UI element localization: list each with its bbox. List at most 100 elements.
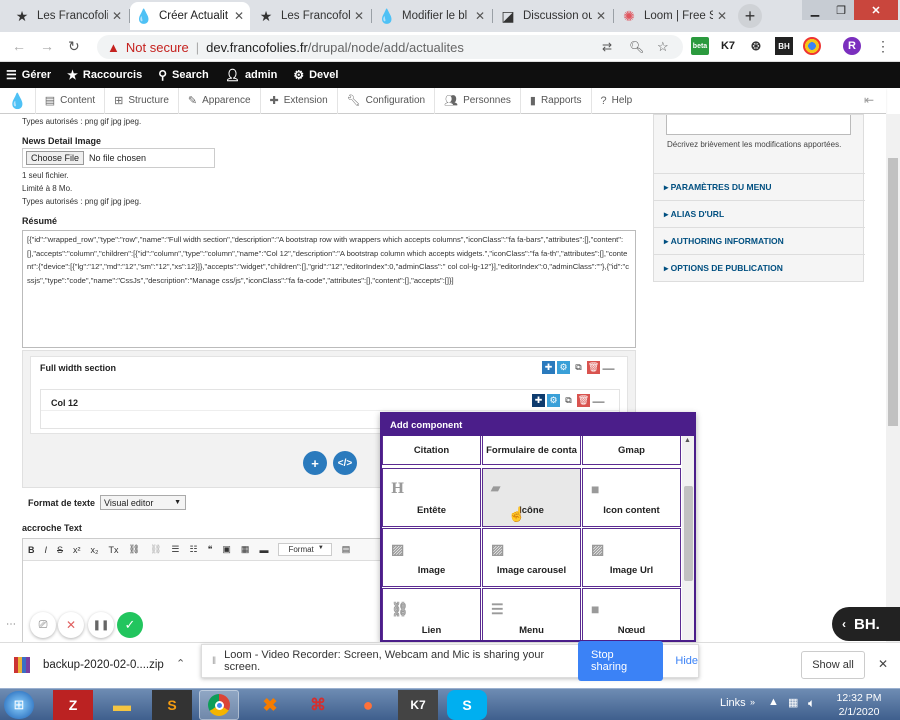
links-toolbar[interactable]: Links bbox=[720, 697, 746, 709]
table-icon[interactable]: ▦ bbox=[241, 544, 250, 555]
k7-extension-icon[interactable]: K7 bbox=[719, 37, 737, 55]
tab-loom[interactable]: ✺ Loom | Free S ✕ bbox=[615, 2, 733, 30]
format-dropdown[interactable]: Format ▼ bbox=[278, 543, 332, 556]
close-icon[interactable]: ✕ bbox=[475, 9, 485, 23]
new-tab-button[interactable]: + bbox=[738, 4, 762, 28]
volume-icon[interactable]: 🔈︎ bbox=[808, 696, 815, 711]
component-node[interactable]: ■ Nœud bbox=[582, 588, 681, 640]
color-extension-icon[interactable] bbox=[803, 37, 821, 55]
scroll-up-icon[interactable]: ▲ bbox=[684, 437, 691, 444]
translate-icon[interactable]: ⇄ bbox=[602, 40, 612, 54]
component-image-carousel[interactable]: ▨ Image carousel bbox=[482, 528, 581, 587]
component-gmap[interactable]: Gmap bbox=[582, 436, 681, 465]
acrobat-icon[interactable]: ⌘ bbox=[298, 690, 338, 720]
add-icon[interactable]: ✚ bbox=[542, 361, 555, 374]
tray-content[interactable]: ▤ Content bbox=[36, 87, 106, 114]
stop-sharing-button[interactable]: Stop sharing bbox=[578, 641, 664, 681]
close-icon[interactable]: ✕ bbox=[717, 9, 727, 23]
drag-handle-icon[interactable]: ‖ bbox=[212, 656, 216, 667]
sublime-text-icon[interactable]: S bbox=[152, 690, 192, 720]
close-window-button[interactable]: ✕ bbox=[854, 0, 898, 20]
remove-format-icon[interactable]: Tx bbox=[109, 545, 119, 555]
publishing-options-toggle[interactable]: ▸ OPTIONS DE PUBLICATION bbox=[654, 254, 865, 281]
unlink-icon[interactable]: ⛓ bbox=[150, 544, 161, 555]
tray-collapse-icon[interactable]: ⇤ bbox=[864, 93, 874, 107]
numbered-list-icon[interactable]: ☷ bbox=[189, 544, 197, 555]
tab-les-francofolies-2[interactable]: ★ Les Francofolie ✕ bbox=[252, 2, 370, 30]
toolbar-search[interactable]: ⚲ Search bbox=[158, 68, 209, 82]
trash-icon[interactable]: 🗑︎ bbox=[577, 394, 590, 407]
trash-icon[interactable]: 🗑︎ bbox=[587, 361, 600, 374]
xampp-icon[interactable]: ✖ bbox=[250, 690, 290, 720]
component-icon-content[interactable]: ■ Icon content bbox=[582, 468, 681, 527]
component-image[interactable]: ▨ Image bbox=[382, 528, 481, 587]
camera-icon[interactable]: ⎚ bbox=[30, 612, 56, 638]
loom-more-icon[interactable]: ⋯ bbox=[6, 619, 16, 630]
component-heading[interactable]: H Entête bbox=[382, 468, 481, 527]
chevron-up-icon[interactable]: ⌃ bbox=[176, 657, 185, 670]
close-icon[interactable]: ✕ bbox=[112, 9, 122, 23]
toolbar-devel[interactable]: ⚙ Devel bbox=[293, 68, 338, 82]
copy-icon[interactable]: ⧉ bbox=[562, 394, 575, 407]
close-icon[interactable]: ✕ bbox=[596, 9, 606, 23]
superscript-icon[interactable]: x² bbox=[73, 545, 81, 555]
forward-icon[interactable]: → bbox=[40, 38, 54, 54]
close-icon[interactable]: ✕ bbox=[234, 9, 244, 23]
hub-extension-icon[interactable]: ⊛ bbox=[747, 37, 765, 55]
tab-creer-actualite[interactable]: 💧 Créer Actualit ✕ bbox=[130, 2, 250, 30]
address-bar[interactable]: ▲ Not secure | dev.francofolies.fr/drupa… bbox=[97, 35, 683, 59]
revision-log-textarea[interactable] bbox=[666, 115, 851, 135]
image-icon[interactable]: ▣ bbox=[222, 544, 231, 555]
cancel-recording-icon[interactable]: ✕ bbox=[58, 612, 84, 638]
source-icon[interactable]: ▤ bbox=[342, 544, 351, 555]
tab-discussion[interactable]: ◪ Discussion ou ✕ bbox=[494, 2, 612, 30]
resume-textarea[interactable]: [{"id":"wrapped_row","type":"row","name"… bbox=[22, 230, 636, 348]
component-image-url[interactable]: ▨ Image Url bbox=[582, 528, 681, 587]
close-icon[interactable]: ✕ bbox=[354, 9, 364, 23]
tab-les-francofolies[interactable]: ★ Les Francofolies ✕ bbox=[8, 2, 128, 30]
zoom-icon[interactable]: 🔍︎ bbox=[629, 40, 644, 54]
bold-icon[interactable]: B bbox=[28, 545, 35, 555]
url-alias-toggle[interactable]: ▸ ALIAS D'URL bbox=[654, 200, 865, 227]
component-link[interactable]: ⛓ Lien bbox=[382, 588, 481, 640]
tray-people[interactable]: 👥︎ Personnes bbox=[435, 87, 521, 114]
security-label[interactable]: Not secure bbox=[126, 40, 189, 55]
show-all-button[interactable]: Show all bbox=[801, 651, 865, 679]
choose-file-button[interactable]: Choose File bbox=[26, 151, 85, 165]
hide-button[interactable]: Hide bbox=[675, 655, 698, 667]
tray-up-icon[interactable]: ▲ bbox=[768, 696, 779, 708]
k7-icon[interactable]: K7 bbox=[398, 690, 438, 720]
menu-settings-toggle[interactable]: ▸ PARAMÈTRES DU MENU bbox=[654, 173, 865, 200]
component-menu[interactable]: ☰ Menu bbox=[482, 588, 581, 640]
pause-icon[interactable]: ❚❚ bbox=[88, 612, 114, 638]
text-format-select[interactable]: Visual editor ▼ bbox=[100, 495, 186, 510]
copy-icon[interactable]: ⧉ bbox=[572, 361, 585, 374]
bh-extension-icon[interactable]: BH bbox=[775, 37, 793, 55]
add-icon[interactable]: ✚ bbox=[532, 394, 545, 407]
tray-help[interactable]: ? Help bbox=[592, 88, 642, 114]
network-icon[interactable]: ▦ bbox=[788, 696, 798, 709]
blockquote-icon[interactable]: ❝ bbox=[208, 544, 213, 555]
toolbar-shortcuts[interactable]: ★ Raccourcis bbox=[67, 68, 142, 82]
file-explorer-icon[interactable]: ▬ bbox=[102, 690, 142, 720]
profile-avatar[interactable]: R bbox=[843, 37, 861, 55]
authoring-information-toggle[interactable]: ▸ AUTHORING INFORMATION bbox=[654, 227, 865, 254]
back-icon[interactable]: ← bbox=[12, 38, 26, 54]
skype-icon[interactable]: S bbox=[447, 690, 487, 720]
finish-recording-icon[interactable]: ✓ bbox=[117, 612, 143, 638]
bh-badge[interactable]: ‹ BH. bbox=[832, 607, 900, 641]
tray-configuration[interactable]: 🔧︎ Configuration bbox=[338, 87, 436, 114]
beta-extension-icon[interactable]: beta bbox=[691, 37, 709, 55]
gear-icon[interactable]: ⚙ bbox=[557, 361, 570, 374]
download-filename[interactable]: backup-2020-02-0....zip bbox=[43, 659, 164, 671]
component-icon[interactable]: ▰ Icône bbox=[482, 468, 581, 527]
toolbar-manage[interactable]: ☰ Gérer bbox=[6, 68, 51, 82]
italic-icon[interactable]: I bbox=[45, 545, 48, 555]
minimize-button[interactable]: ▁ bbox=[802, 0, 828, 20]
component-citation[interactable]: Citation bbox=[382, 436, 481, 465]
collapse-icon[interactable]: — bbox=[592, 394, 605, 408]
bulleted-list-icon[interactable]: ☰ bbox=[171, 544, 179, 555]
collapse-icon[interactable]: — bbox=[602, 361, 615, 375]
link-icon[interactable]: ⛓ bbox=[129, 544, 140, 555]
tray-appearance[interactable]: ✎ Apparence bbox=[179, 87, 261, 114]
